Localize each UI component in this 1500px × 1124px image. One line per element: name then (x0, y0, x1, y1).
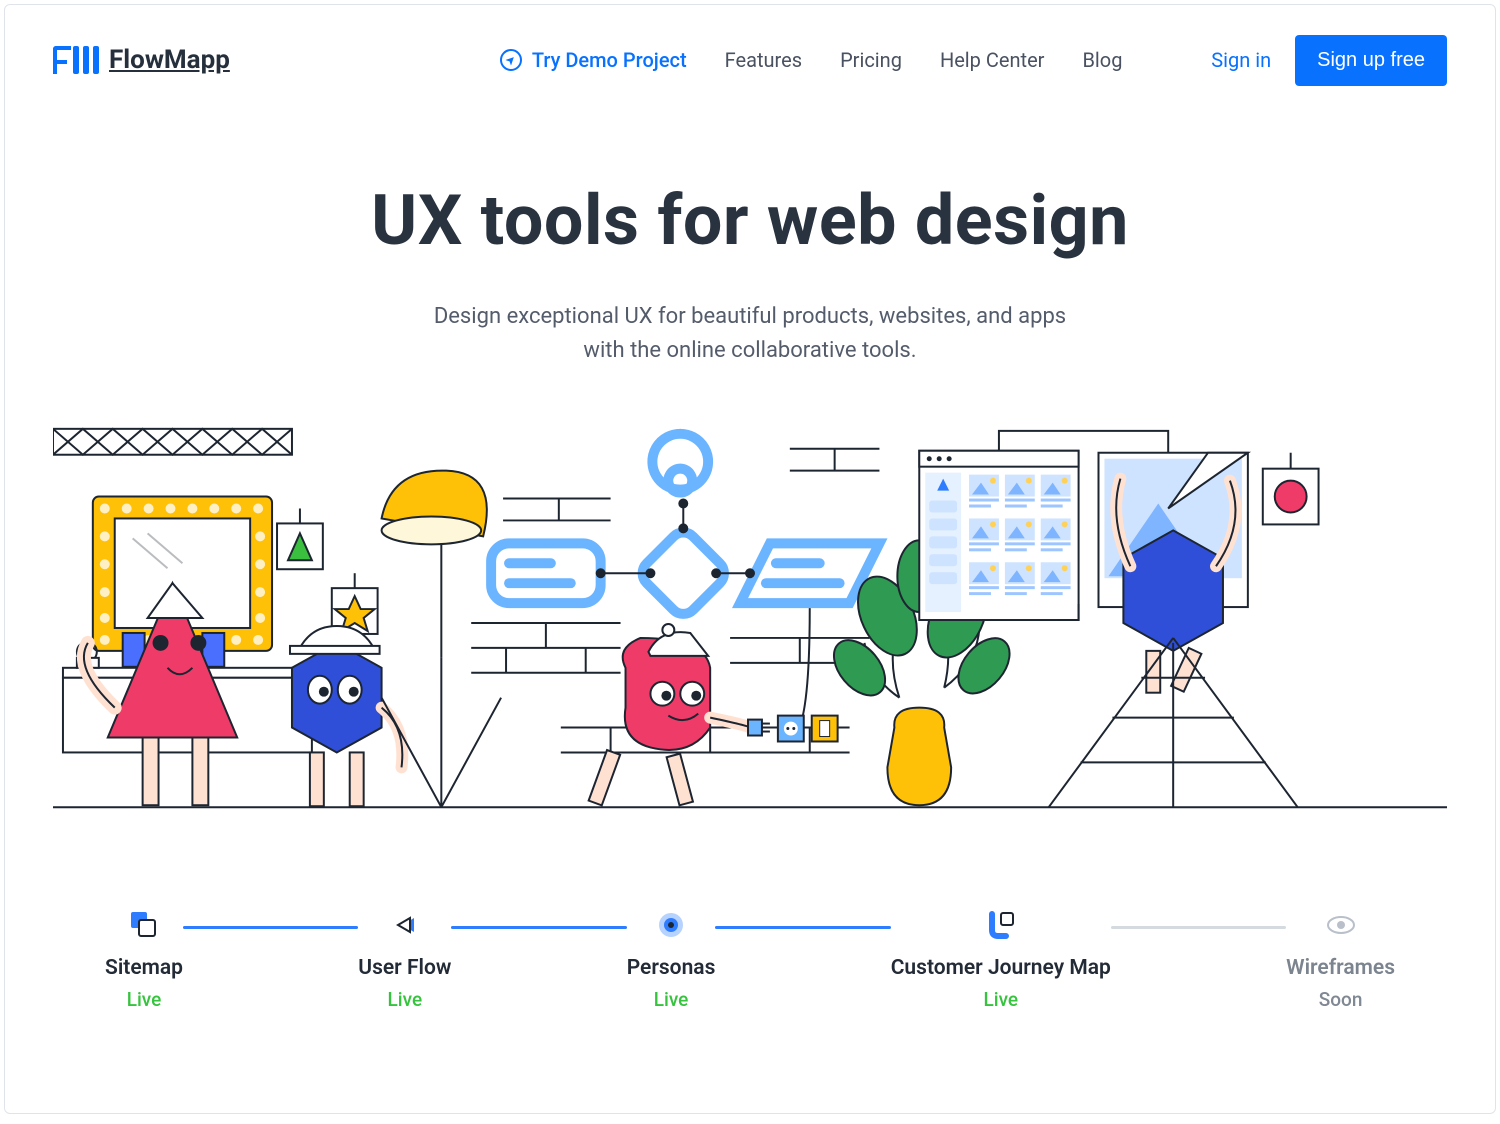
nav-features[interactable]: Features (725, 48, 802, 72)
header: FlowMapp Try Demo Project Features Prici… (5, 5, 1495, 85)
feature-personas-status: Live (654, 988, 689, 1011)
sitemap-icon (127, 908, 161, 942)
feature-sitemap[interactable]: Sitemap Live (105, 908, 183, 1011)
hero-title: UX tools for web design (5, 180, 1495, 262)
feature-cjm-status: Live (983, 988, 1018, 1011)
hero: UX tools for web design Design exception… (5, 180, 1495, 368)
feature-strip: Sitemap Live User Flow Live Personas Liv… (5, 908, 1495, 1011)
personas-icon (654, 908, 688, 942)
feature-connector (1111, 926, 1286, 929)
feature-sitemap-label: Sitemap (105, 956, 183, 980)
cjm-icon (984, 908, 1018, 942)
brand-logo[interactable]: FlowMapp (53, 45, 230, 75)
feature-personas-label: Personas (627, 956, 716, 980)
nav-blog[interactable]: Blog (1082, 48, 1122, 72)
feature-userflow[interactable]: User Flow Live (358, 908, 451, 1011)
feature-userflow-label: User Flow (358, 956, 451, 980)
feature-wireframes-label: Wireframes (1286, 956, 1395, 980)
feature-wireframes[interactable]: Wireframes Soon (1286, 908, 1395, 1011)
feature-wireframes-status: Soon (1319, 988, 1363, 1011)
feature-personas[interactable]: Personas Live (627, 908, 716, 1011)
hero-subtitle: Design exceptional UX for beautiful prod… (5, 300, 1495, 368)
feature-connector (183, 926, 358, 929)
hero-illustration (53, 408, 1447, 838)
feature-connector (451, 926, 626, 929)
userflow-icon (388, 908, 422, 942)
logo-mark (53, 46, 99, 74)
wireframes-icon (1324, 908, 1358, 942)
nav-try-demo[interactable]: Try Demo Project (500, 48, 687, 72)
feature-userflow-status: Live (388, 988, 423, 1011)
nav-try-demo-label: Try Demo Project (532, 48, 687, 72)
main-nav: Try Demo Project Features Pricing Help C… (500, 48, 1123, 72)
signin-link[interactable]: Sign in (1211, 48, 1271, 72)
compass-icon (500, 49, 522, 71)
nav-pricing[interactable]: Pricing (840, 48, 902, 72)
brand-name: FlowMapp (109, 45, 230, 75)
nav-help-center[interactable]: Help Center (940, 48, 1045, 72)
feature-sitemap-status: Live (127, 988, 162, 1011)
feature-cjm[interactable]: Customer Journey Map Live (891, 908, 1111, 1011)
auth-actions: Sign in Sign up free (1211, 35, 1447, 86)
signup-button[interactable]: Sign up free (1295, 35, 1447, 86)
feature-cjm-label: Customer Journey Map (891, 956, 1111, 980)
feature-connector (715, 926, 890, 929)
